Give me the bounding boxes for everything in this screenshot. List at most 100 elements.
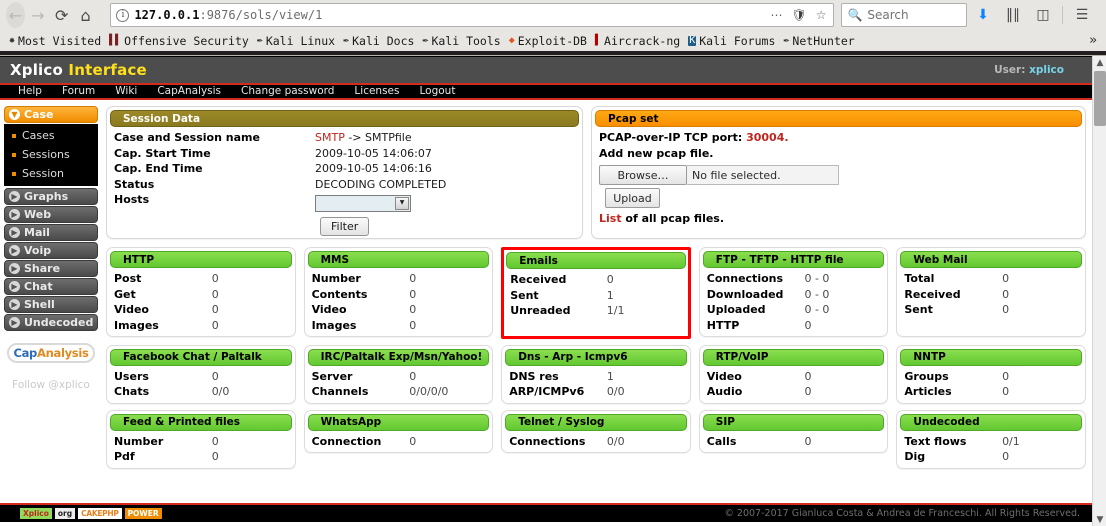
row-key: Received [904, 287, 961, 301]
sidebar-group-shell[interactable]: ▶ Shell [4, 296, 98, 313]
table-row: Post 0 [110, 271, 292, 287]
menu-item-capanalysis[interactable]: CapAnalysis [147, 85, 231, 98]
address-bar[interactable]: i 127.0.0.1:9876/sols/view/1 ⋯ 🛡 ☆ [110, 3, 835, 27]
row-value: 0 [409, 303, 417, 316]
scroll-up-arrow-icon[interactable]: ▲ [1093, 56, 1106, 70]
url-path: :9876/sols/view/1 [199, 8, 323, 22]
offensive-security-icon: ▌▌ [109, 34, 122, 46]
sidebar-group-mail[interactable]: ▶ Mail [4, 224, 98, 241]
bookmark-offensive-security[interactable]: ▌▌ Offensive Security [105, 33, 253, 49]
bookmark-kali-docs[interactable]: ✒ Kali Docs [339, 33, 418, 49]
sidebar-item-session[interactable]: Session [4, 164, 98, 183]
app-body: ▼ Case Cases Sessions Session ▶ Graphs ▶… [0, 100, 1092, 503]
scrollbar-thumb[interactable] [1094, 71, 1106, 126]
pcap-port-line: PCAP-over-IP TCP port: 30004. [595, 130, 1082, 146]
capanalysis-logo[interactable]: Cap Analysis [7, 343, 95, 363]
aircrack-ng-icon: ▌ [594, 34, 602, 46]
stat-table: Groups 0 Articles 0 [900, 369, 1082, 400]
power-badge[interactable]: POWER [124, 508, 162, 519]
page-info-icon[interactable]: i [116, 8, 130, 22]
row-key: Video [114, 303, 149, 316]
pcap-add-label: Add new pcap file. [599, 147, 714, 160]
session-data-panel: Session Data Case and Session name SMTP … [106, 106, 583, 239]
bookmark-aircrack-ng[interactable]: ▌ Aircrack-ng [591, 33, 684, 49]
sidebar-group-web[interactable]: ▶ Web [4, 206, 98, 223]
bookmark-most-visited[interactable]: ✸ Most Visited [5, 33, 105, 49]
kali-docs-icon: ✒ [343, 34, 350, 46]
app-logo-right: Interface [68, 61, 147, 79]
hosts-select[interactable]: ▼ [315, 194, 411, 212]
file-input-row[interactable]: Browse… No file selected. [599, 165, 1082, 185]
upload-button[interactable]: Upload [605, 188, 660, 208]
row-value: 0/0 [606, 385, 625, 398]
follow-xplico-link[interactable]: Follow @xplico [4, 379, 98, 391]
browse-button[interactable]: Browse… [599, 165, 687, 185]
menu-item-licenses[interactable]: Licenses [344, 85, 409, 98]
stat-panel-title: WhatsApp [307, 413, 490, 431]
table-row: Get 0 [110, 287, 292, 303]
filter-button[interactable]: Filter [320, 216, 370, 236]
stat-cell: WhatsApp Connection 0 [303, 409, 494, 469]
sidebar-group-voip[interactable]: ▶ Voip [4, 242, 98, 259]
bookmarks-overflow-chevron-icon[interactable]: » [1089, 33, 1101, 48]
sidebar-item-sessions[interactable]: Sessions [4, 145, 98, 164]
table-row: Received 0 [900, 287, 1082, 303]
cakephp-badge[interactable]: CAKEPHP [78, 508, 122, 519]
row-key: Images [311, 318, 357, 332]
library-icon[interactable]: ‖∥ [999, 2, 1027, 28]
user-indicator: User: xplico [994, 64, 1082, 76]
sidebar-item-cases[interactable]: Cases [4, 126, 98, 145]
sidebar-group-graphs[interactable]: ▶ Graphs [4, 188, 98, 205]
ellipsis-icon[interactable]: ⋯ [768, 8, 784, 22]
star-icon[interactable]: ☆ [814, 8, 829, 22]
scroll-down-arrow-icon[interactable]: ▼ [1093, 513, 1106, 526]
stat-cell: Dns - Arp - Icmpv6 DNS res 1 ARP/ICMPv6 0/… [501, 344, 691, 404]
reload-button[interactable]: ⟳ [51, 2, 73, 28]
sidebar-group-chat[interactable]: ▶ Chat [4, 278, 98, 295]
sidebar-group-share[interactable]: ▶ Share [4, 260, 98, 277]
sidebar-group-label: Case [24, 108, 54, 121]
org-badge[interactable]: org [54, 508, 76, 519]
pcap-port-label: PCAP-over-IP TCP port: [599, 131, 743, 144]
sidebar-group-case[interactable]: ▼ Case [4, 106, 98, 123]
bookmark-kali-linux[interactable]: ✒ Kali Linux [253, 33, 339, 49]
app-logo: Xplico Interface [10, 61, 147, 79]
bullet-icon [12, 152, 16, 157]
bookmark-kali-forums[interactable]: K Kali Forums [684, 33, 779, 49]
menu-item-help[interactable]: Help [8, 85, 52, 98]
stat-cell: Undecoded Text flows 0/1 Dig 0 [896, 409, 1086, 469]
menu-item-logout[interactable]: Logout [409, 85, 465, 98]
pcap-port-value: 30004. [746, 131, 789, 144]
sidebar-group-undecoded[interactable]: ▶ Undecoded [4, 314, 98, 331]
menu-item-change-password[interactable]: Change password [231, 85, 344, 98]
stat-cell: MMS Number 0 Contents 0 Video 0 Images 0 [303, 247, 494, 339]
bookmark-exploit-db[interactable]: ◆ Exploit-DB [505, 33, 591, 49]
stat-panel-title: MMS [307, 251, 490, 268]
stat-cell: SIP Calls 0 [698, 409, 889, 469]
tracking-protection-shield-icon[interactable]: 🛡 [789, 8, 808, 22]
browser-navigation-toolbar: ← → ⟳ ⌂ i 127.0.0.1:9876/sols/view/1 ⋯ 🛡… [0, 0, 1106, 30]
sidebars-icon[interactable]: ◫ [1029, 2, 1057, 28]
back-button[interactable]: ← [6, 2, 25, 28]
row-key: Number [311, 272, 361, 285]
row-key: Contents [311, 287, 368, 301]
menu-item-forum[interactable]: Forum [52, 85, 105, 98]
stat-panel-sip: SIP Calls 0 [698, 409, 889, 453]
table-row: Chats 0/0 [110, 384, 292, 400]
bookmark-nethunter[interactable]: ✒ NetHunter [779, 33, 858, 49]
table-row: Contents 0 [308, 287, 490, 303]
pcap-list-link[interactable]: List [599, 212, 622, 225]
stat-panel-ftp-tftp-http-file: FTP - TFTP - HTTP file Connections 0 - 0 … [698, 247, 889, 337]
stat-panel-whatsapp: WhatsApp Connection 0 [303, 409, 494, 453]
menu-item-wiki[interactable]: Wiki [105, 85, 147, 98]
stat-panel-title: IRC/Paltalk Exp/Msn/Yahoo! [307, 348, 490, 366]
xplico-badge[interactable]: Xplico [20, 508, 52, 519]
forward-button[interactable]: → [27, 2, 49, 28]
page-scrollbar[interactable]: ▲ ▼ [1092, 56, 1106, 526]
bookmark-kali-tools[interactable]: ✒ Kali Tools [418, 33, 504, 49]
downloads-icon[interactable]: ⬇ [969, 2, 997, 28]
home-button[interactable]: ⌂ [75, 2, 97, 28]
stat-cell: FTP - TFTP - HTTP file Connections 0 - 0 … [698, 247, 889, 339]
menu-hamburger-icon[interactable]: ☰ [1068, 2, 1096, 28]
search-bar[interactable]: 🔍 Search [841, 3, 968, 27]
